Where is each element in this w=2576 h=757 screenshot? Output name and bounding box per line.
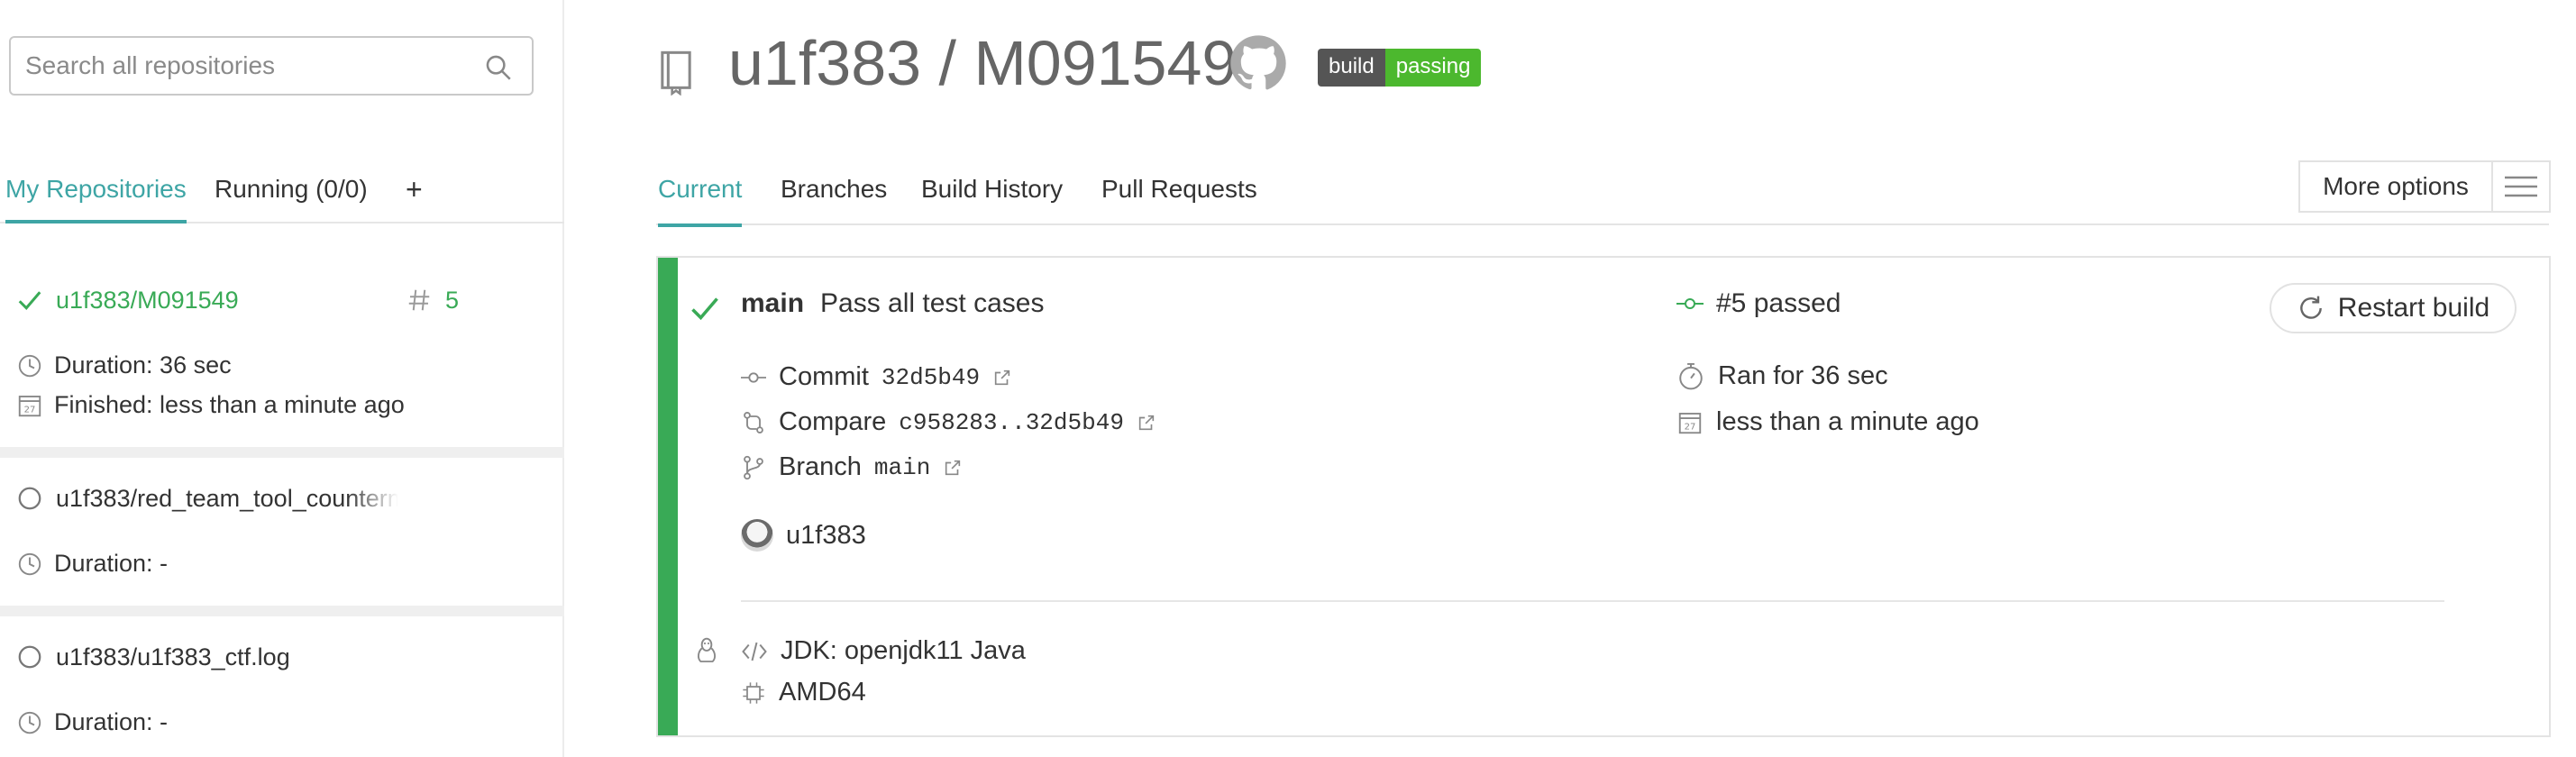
build-card: main Pass all test cases #5 passed Resta…: [656, 256, 2551, 737]
branch-icon: [741, 455, 766, 480]
hash-icon: [406, 287, 433, 314]
build-status-text: #5 passed: [1716, 288, 1841, 318]
calendar-icon: 27: [1676, 409, 1704, 436]
clock-icon: [16, 709, 43, 736]
commit-node-icon: [1676, 295, 1704, 313]
build-status-badge[interactable]: build passing: [1318, 49, 1482, 87]
stopwatch-icon: [1676, 360, 1705, 391]
jdk-text: JDK: openjdk11 Java: [781, 636, 1026, 665]
finished-text: less than a minute ago: [1716, 407, 1979, 436]
commit-row[interactable]: Commit 32d5b49: [741, 362, 1012, 392]
divider: [741, 600, 2444, 602]
branch-value[interactable]: main: [874, 454, 930, 481]
svg-text:27: 27: [24, 405, 36, 415]
commit-hash[interactable]: 32d5b49: [882, 364, 980, 391]
clock-icon: [16, 551, 43, 578]
calendar-icon: 27: [16, 392, 43, 419]
cpu-icon: [741, 680, 766, 706]
hamburger-icon[interactable]: [2491, 162, 2549, 211]
sidebar: My Repositories Running (0/0) + u1f383/M…: [0, 0, 564, 757]
main-tabs: Current Branches Build History Pull Requ…: [656, 162, 2549, 227]
divider: [0, 447, 564, 458]
branch-label: Branch: [779, 452, 862, 481]
badge-value: passing: [1384, 49, 1482, 87]
commit-node-icon: [741, 369, 766, 387]
status-bar: [658, 258, 678, 735]
arch-row: AMD64: [741, 678, 866, 707]
tab-pull-requests[interactable]: Pull Requests: [1101, 175, 1257, 204]
avatar: [741, 519, 773, 552]
ran-for-text: Ran for 36 sec: [1718, 360, 1888, 390]
search-icon[interactable]: [483, 52, 514, 83]
compare-row[interactable]: Compare c958283..32d5b49: [741, 407, 1156, 437]
compare-range[interactable]: c958283..32d5b49: [899, 409, 1124, 436]
tab-current[interactable]: Current: [658, 175, 743, 227]
repo-duration: Duration: 36 sec: [16, 351, 232, 379]
arch-text: AMD64: [779, 678, 866, 707]
badge-label: build: [1318, 49, 1385, 87]
search-input[interactable]: [11, 38, 532, 94]
build-branch[interactable]: main: [741, 288, 804, 319]
author-row: u1f383: [741, 519, 866, 552]
tab-build-history[interactable]: Build History: [921, 175, 1063, 204]
duration-text: Duration: -: [54, 550, 169, 577]
page-title: u1f383 / M091549: [728, 28, 1238, 98]
tab-my-repositories[interactable]: My Repositories: [5, 175, 187, 223]
linux-icon: [694, 636, 719, 665]
compare-icon: [741, 410, 766, 435]
code-icon: [741, 640, 768, 663]
clock-icon: [16, 352, 43, 379]
divider: [0, 606, 564, 616]
external-link-icon[interactable]: [992, 368, 1012, 388]
repo-name[interactable]: u1f383/red_team_tool_counterm: [56, 485, 398, 513]
circle-icon: [16, 643, 43, 670]
add-repo-button[interactable]: +: [406, 173, 423, 206]
finished-text: Finished: less than a minute ago: [54, 391, 405, 418]
repo-name[interactable]: u1f383/M091549: [56, 287, 239, 315]
restart-icon: [2297, 294, 2325, 323]
jdk-row: JDK: openjdk11 Java: [741, 636, 1026, 666]
duration-text: Duration: 36 sec: [54, 351, 232, 378]
duration-text: Duration: -: [54, 708, 169, 735]
build-message: Pass all test cases: [820, 288, 1045, 318]
compare-label: Compare: [779, 407, 887, 436]
check-icon: [16, 287, 43, 314]
restart-build-button[interactable]: Restart build: [2270, 283, 2517, 333]
svg-text:27: 27: [1685, 422, 1696, 432]
repo-name[interactable]: u1f383/u1f383_ctf.log: [56, 643, 290, 671]
finished-row: 27 less than a minute ago: [1676, 407, 1979, 437]
external-link-icon[interactable]: [943, 458, 963, 478]
search-box[interactable]: [9, 36, 534, 96]
repo-book-icon: [656, 49, 696, 96]
external-link-icon[interactable]: [1137, 413, 1156, 433]
author-name: u1f383: [786, 520, 866, 550]
tab-branches[interactable]: Branches: [781, 175, 887, 204]
build-status[interactable]: #5 passed: [1676, 288, 1841, 319]
build-number[interactable]: 5: [445, 287, 459, 315]
tab-running[interactable]: Running (0/0): [215, 175, 368, 204]
branch-row[interactable]: Branch main: [741, 452, 963, 482]
check-icon: [689, 292, 721, 324]
more-options-button[interactable]: More options: [2298, 160, 2551, 213]
github-icon[interactable]: [1229, 34, 1287, 92]
repo-duration: Duration: -: [16, 550, 168, 578]
circle-icon: [16, 485, 43, 512]
ran-for-row: Ran for 36 sec: [1676, 360, 1888, 391]
repo-duration: Duration: -: [16, 708, 168, 736]
restart-label: Restart build: [2337, 293, 2490, 323]
repo-tabs: My Repositories Running (0/0) +: [0, 168, 564, 223]
more-options-label: More options: [2323, 172, 2469, 200]
commit-label: Commit: [779, 362, 869, 391]
repo-finished: 27 Finished: less than a minute ago: [16, 391, 405, 419]
